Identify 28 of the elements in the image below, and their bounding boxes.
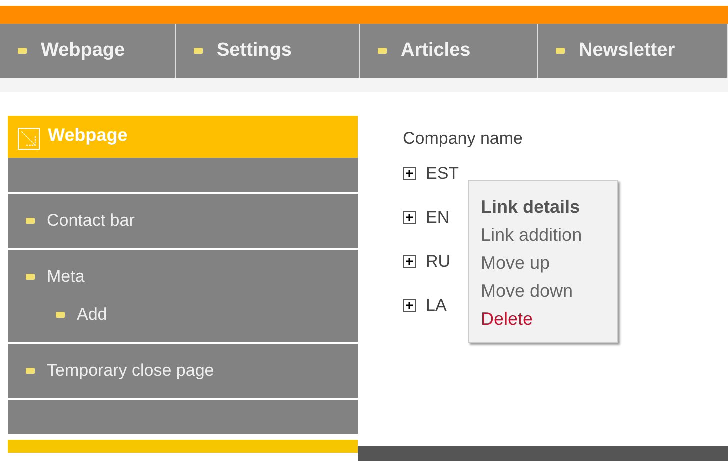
expand-icon[interactable]	[403, 211, 416, 224]
menu-item[interactable]: Link addition	[481, 221, 582, 249]
sidebar-item[interactable]: Temporary close page	[8, 352, 358, 390]
bullet-icon	[26, 368, 35, 374]
tree-node[interactable]: EST	[426, 160, 460, 186]
tree-node[interactable]: RU	[426, 248, 451, 274]
menu-item[interactable]: Move up	[481, 249, 550, 277]
bullet-icon	[56, 312, 65, 318]
menu-item[interactable]: Delete	[481, 305, 534, 333]
bullet-icon	[194, 48, 203, 54]
bullet-icon	[26, 274, 35, 280]
sidebar-item[interactable]: Meta	[8, 258, 358, 296]
expand-icon[interactable]	[403, 255, 416, 268]
menu-item[interactable]: Move down	[481, 277, 574, 305]
bullet-icon	[18, 48, 27, 54]
menu-item[interactable]: Link details	[481, 193, 580, 221]
tree-node[interactable]: EN	[426, 204, 450, 230]
expand-icon[interactable]	[403, 167, 416, 180]
tree-root: Company name	[403, 128, 524, 150]
sidebar-title: Webpage	[48, 124, 128, 147]
sidebar-item[interactable]: Add	[8, 296, 358, 334]
page-icon	[18, 128, 40, 150]
bullet-icon	[26, 218, 35, 224]
bullet-icon	[378, 48, 387, 54]
sidebar-item[interactable]: Contact bar	[8, 202, 358, 240]
bullet-icon	[556, 48, 565, 54]
expand-icon[interactable]	[403, 299, 416, 312]
tree-node[interactable]: LA	[426, 292, 447, 318]
